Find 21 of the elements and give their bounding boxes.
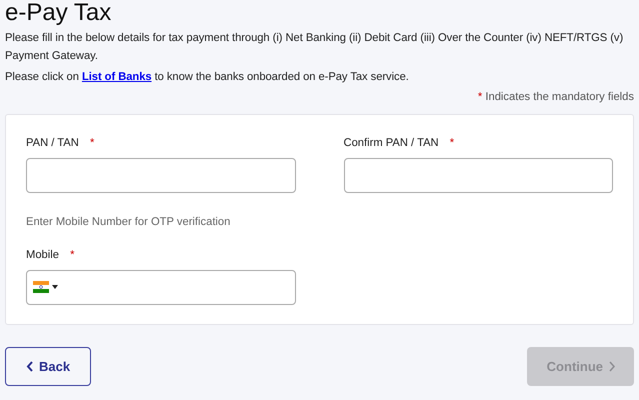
required-mark: * — [478, 91, 482, 104]
india-flag-icon — [33, 281, 49, 294]
text-field[interactable] — [26, 158, 296, 193]
chevron-right-icon — [609, 360, 616, 372]
field-label: PAN / TAN — [26, 137, 79, 150]
intro-text: Please fill in the below details for tax payment through (i) Net Banking (ii) Debit Card (iii) Over the Counter (iv) NEFT/RTGS (v) Payment Gateway. — [5, 31, 624, 64]
mandatory-note: Indicates the mandatory fields — [485, 91, 634, 104]
phone-field[interactable] — [26, 270, 296, 305]
chevron-left-icon — [26, 360, 33, 372]
required-mark: * — [450, 137, 454, 150]
required-mark: * — [70, 248, 74, 261]
back-button[interactable]: Back — [5, 346, 92, 386]
caret-icon — [52, 285, 58, 290]
list-of-banks-link[interactable]: List of Banks — [82, 71, 152, 84]
page-title: e-Pay Tax — [5, 0, 112, 26]
field-label: Mobile — [26, 248, 59, 261]
bank-note: Please click on List of Banks to know the banks onboarded on e-Pay Tax service. — [5, 70, 410, 86]
field-label: Confirm PAN / TAN — [344, 137, 439, 150]
text-field[interactable] — [344, 158, 613, 193]
required-mark: * — [90, 137, 94, 150]
hint-text: Enter Mobile Number for OTP verification — [26, 214, 232, 230]
